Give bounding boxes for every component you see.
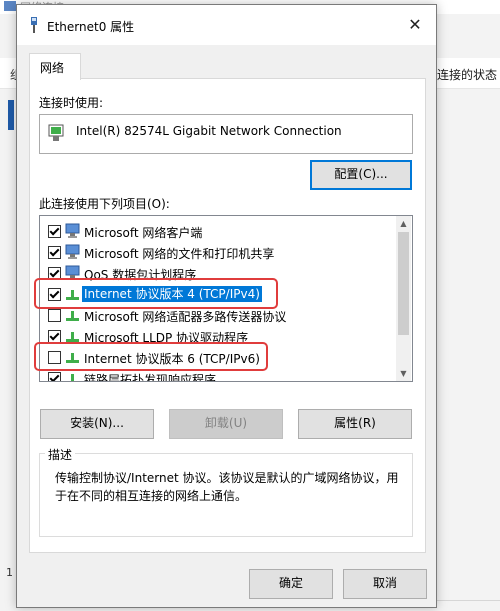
list-scrollbar[interactable]: ▲ ▼ (396, 216, 411, 381)
item-checkbox[interactable] (48, 225, 61, 238)
install-button[interactable]: 安装(N)... (40, 409, 154, 439)
items-label: 此连接使用下列项目(O): (39, 197, 170, 211)
item-label: 链路层拓扑发现响应程序 (84, 373, 217, 382)
item-label: Microsoft 网络的文件和打印机共享 (84, 247, 275, 261)
background-status-text: 连接的状态 (437, 68, 498, 82)
configure-button[interactable]: 配置(C)... (310, 160, 412, 190)
background-divider (435, 600, 500, 601)
description-text: 传输控制协议/Internet 协议。该协议是默认的广域网络协议，用于在不同的相… (55, 471, 399, 503)
ok-button[interactable]: 确定 (249, 569, 333, 599)
properties-dialog: Ethernet0 属性 ✕ 网络 连接时使用: Intel(R) 82574L… (16, 4, 437, 608)
properties-button[interactable]: 属性(R) (298, 409, 412, 439)
list-item[interactable]: Microsoft 网络的文件和打印机共享 (40, 242, 396, 263)
scroll-up-arrow-icon[interactable]: ▲ (396, 216, 411, 231)
ethernet-adapter-icon (31, 17, 37, 33)
scroll-thumb[interactable] (398, 232, 409, 335)
file-share-icon (65, 244, 80, 259)
item-label: Microsoft 网络客户端 (84, 226, 203, 240)
cancel-button[interactable]: 取消 (343, 569, 427, 599)
tab-network[interactable]: 网络 (29, 53, 81, 80)
highlight-ipv6-annotation (34, 342, 268, 371)
adapter-name: Intel(R) 82574L Gigabit Network Connecti… (76, 124, 342, 138)
item-label: Microsoft 网络适配器多路传送器协议 (84, 310, 287, 324)
highlight-ipv4-annotation (34, 278, 278, 309)
background-selection-indicator (8, 100, 14, 130)
adapter-field: Intel(R) 82574L Gigabit Network Connecti… (39, 114, 413, 154)
scroll-down-arrow-icon[interactable]: ▼ (396, 366, 411, 381)
network-adapter-icon (48, 124, 64, 141)
background-bottom-number: 1 (6, 566, 13, 579)
uninstall-button[interactable]: 卸载(U) (169, 409, 283, 439)
description-label: 描述 (45, 446, 76, 463)
item-checkbox[interactable] (48, 372, 61, 381)
dialog-title: Ethernet0 属性 (47, 20, 135, 34)
network-folder-icon (4, 1, 16, 11)
close-button[interactable]: ✕ (403, 15, 427, 37)
network-client-icon (65, 223, 80, 238)
tab-network-label: 网络 (40, 61, 65, 75)
dialog-titlebar[interactable]: Ethernet0 属性 ✕ (17, 5, 436, 45)
list-item[interactable]: Microsoft 网络客户端 (40, 221, 396, 242)
protocol-icon (71, 374, 74, 381)
connect-using-label: 连接时使用: (39, 96, 104, 110)
item-checkbox[interactable] (48, 309, 61, 322)
item-checkbox[interactable] (48, 246, 61, 259)
protocol-icon (66, 311, 79, 321)
